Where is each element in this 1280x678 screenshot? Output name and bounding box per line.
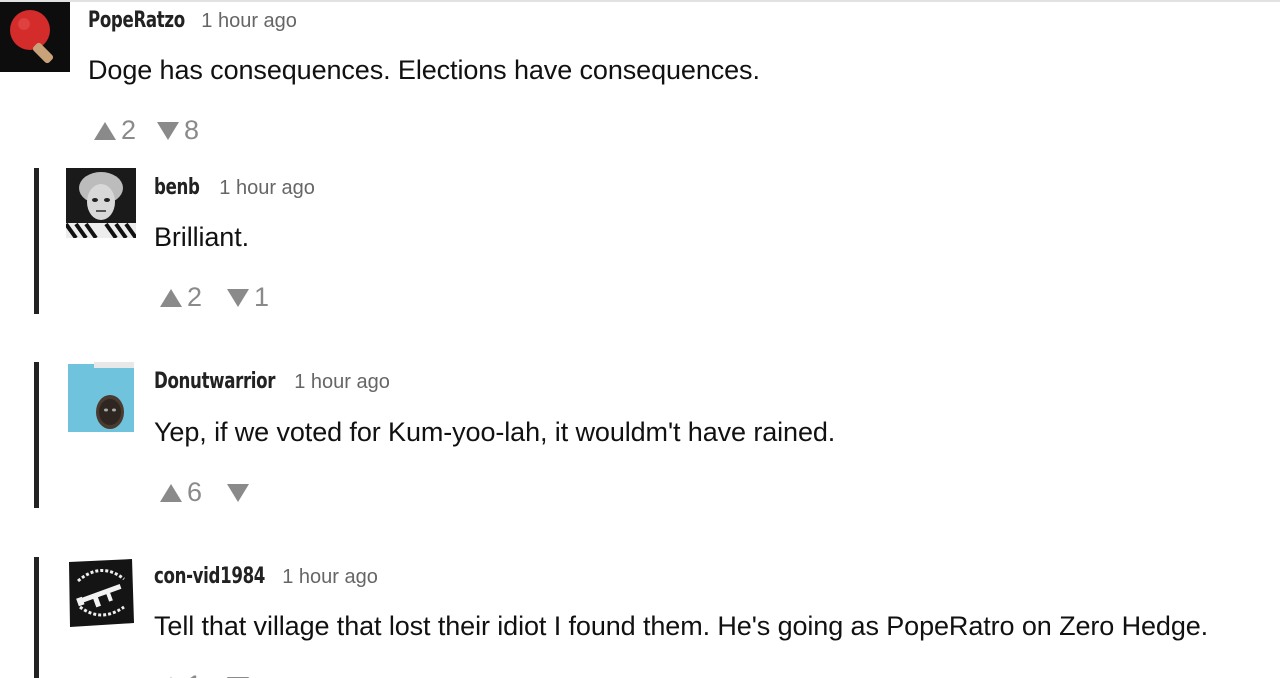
- downvote-button[interactable]: [227, 483, 272, 502]
- comment-meta: Donutwarrior 1 hour ago: [154, 369, 390, 394]
- reply-thread-bar: [34, 362, 39, 508]
- upvote-button[interactable]: 6: [160, 477, 205, 508]
- downvote-count: 1: [254, 282, 270, 312]
- comment-text: Yep, if we voted for Kum-yoo-lah, it wou…: [154, 417, 836, 447]
- vote-controls: 2 1: [160, 282, 272, 313]
- avatar-benb[interactable]: [66, 168, 136, 238]
- timestamp[interactable]: 1 hour ago: [219, 177, 315, 200]
- timestamp[interactable]: 1 hour ago: [294, 371, 390, 394]
- downvote-button[interactable]: 1: [227, 282, 272, 313]
- username[interactable]: Donutwarrior: [154, 369, 275, 394]
- reply-thread-bar: [34, 168, 39, 314]
- timestamp[interactable]: 1 hour ago: [201, 10, 297, 33]
- timestamp[interactable]: 1 hour ago: [282, 566, 378, 589]
- comment-meta: benb 1 hour ago: [154, 175, 315, 200]
- portrait-avatar: [66, 362, 136, 432]
- reply-thread-bar: [34, 557, 39, 678]
- avatar-donutwarrior[interactable]: [66, 362, 136, 432]
- avatar-con-vid1984[interactable]: [66, 557, 136, 627]
- upvote-button[interactable]: 2: [160, 282, 205, 313]
- comment-text: Tell that village that lost their idiot …: [154, 611, 1209, 641]
- sic-semper-tyrannis-badge: [66, 557, 136, 627]
- upvote-count: 2: [187, 282, 203, 312]
- upvote-count: 2: [121, 115, 137, 145]
- portrait-avatar: [66, 168, 136, 238]
- upvote-button[interactable]: 2: [94, 115, 139, 146]
- upvote-arrow-icon: [160, 288, 182, 307]
- vote-controls: 6: [160, 477, 272, 508]
- comment-text: Doge has consequences. Elections have co…: [88, 55, 760, 85]
- downvote-arrow-icon: [157, 121, 179, 140]
- downvote-count: 8: [184, 115, 200, 145]
- vote-controls: 1: [160, 670, 272, 678]
- top-divider: [0, 0, 1280, 2]
- username[interactable]: PopeRatzo: [88, 8, 185, 33]
- upvote-arrow-icon: [94, 121, 116, 140]
- username[interactable]: con-vid1984: [154, 564, 265, 589]
- vote-controls: 2 8: [94, 115, 202, 146]
- username[interactable]: benb: [154, 175, 200, 200]
- upvote-count: 1: [187, 670, 205, 678]
- upvote-arrow-icon: [160, 483, 182, 502]
- ping-pong-paddle-icon: [0, 2, 70, 72]
- comment-text: Brilliant.: [154, 222, 250, 252]
- downvote-arrow-icon: [227, 483, 249, 502]
- downvote-button[interactable]: 8: [157, 115, 202, 146]
- comment-meta: PopeRatzo 1 hour ago: [88, 8, 297, 33]
- comment-meta: con-vid1984 1 hour ago: [154, 564, 378, 589]
- upvote-button[interactable]: 1: [160, 670, 205, 678]
- upvote-count: 6: [187, 477, 203, 507]
- downvote-arrow-icon: [227, 288, 249, 307]
- avatar-poperatzo[interactable]: [0, 2, 70, 72]
